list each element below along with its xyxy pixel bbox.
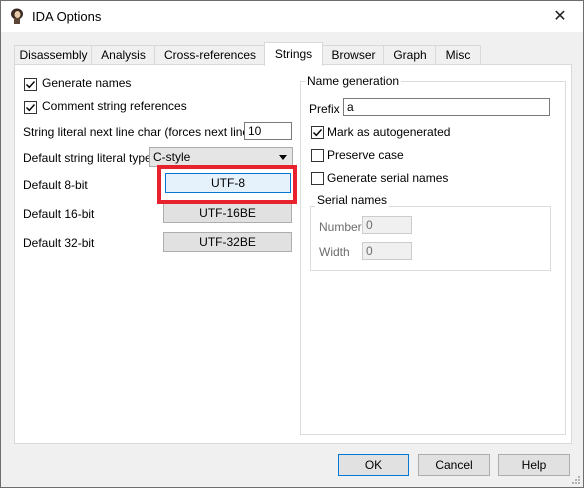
- ok-button[interactable]: OK: [338, 454, 409, 476]
- default-8bit-label: Default 8-bit: [23, 178, 88, 192]
- strings-tab-panel: Generate names Comment string references…: [14, 64, 572, 444]
- prefix-input[interactable]: a: [343, 98, 550, 116]
- tab-analysis[interactable]: Analysis: [91, 45, 156, 65]
- prefix-label: Prefix: [309, 102, 340, 116]
- checkmark-icon: [26, 81, 36, 89]
- mark-autogenerated-checkbox[interactable]: [311, 126, 324, 139]
- generate-names-label: Generate names: [42, 76, 132, 90]
- close-button[interactable]: ✕: [537, 1, 583, 32]
- next-line-char-input[interactable]: 10: [244, 122, 292, 140]
- tab-disassembly[interactable]: Disassembly: [14, 45, 93, 65]
- serial-names-title: Serial names: [315, 193, 390, 207]
- ida-app-icon: [11, 8, 23, 24]
- tab-cross-references[interactable]: Cross-references: [154, 45, 266, 65]
- close-icon: ✕: [553, 8, 567, 25]
- preserve-case-checkbox[interactable]: [311, 149, 324, 162]
- serial-names-group: [310, 206, 551, 271]
- width-label: Width: [319, 245, 350, 259]
- checkmark-icon: [26, 104, 36, 112]
- tab-graph[interactable]: Graph: [383, 45, 437, 65]
- width-input[interactable]: 0: [362, 242, 412, 260]
- next-line-char-label: String literal next line char (forces ne…: [23, 125, 254, 139]
- mark-autogenerated-label: Mark as autogenerated: [327, 125, 451, 139]
- default-string-type-select[interactable]: C-style: [149, 147, 293, 167]
- highlight-box: [157, 165, 297, 204]
- ida-options-dialog: IDA Options ✕ Disassembly Analysis Cross…: [0, 0, 584, 488]
- comment-string-references-label: Comment string references: [42, 99, 187, 113]
- number-input[interactable]: 0: [362, 216, 412, 234]
- name-generation-title: Name generation: [305, 74, 402, 88]
- utf16be-encoding-button[interactable]: UTF-16BE: [163, 203, 292, 223]
- tab-strings[interactable]: Strings: [264, 42, 323, 66]
- window-title: IDA Options: [32, 9, 102, 24]
- resize-grip-icon[interactable]: [571, 475, 581, 485]
- generate-serial-names-label: Generate serial names: [327, 171, 449, 185]
- tab-misc[interactable]: Misc: [435, 45, 481, 65]
- default-32bit-label: Default 32-bit: [23, 236, 95, 250]
- default-string-type-value: C-style: [153, 150, 191, 164]
- checkmark-icon: [313, 129, 323, 137]
- tab-browser[interactable]: Browser: [322, 45, 385, 65]
- generate-serial-names-checkbox[interactable]: [311, 172, 324, 185]
- utf32be-encoding-button[interactable]: UTF-32BE: [163, 232, 292, 252]
- comment-string-references-checkbox[interactable]: [24, 101, 37, 114]
- help-button[interactable]: Help: [498, 454, 570, 476]
- chevron-down-icon: [279, 155, 287, 160]
- title-bar: IDA Options ✕: [1, 1, 583, 32]
- default-16bit-label: Default 16-bit: [23, 207, 95, 221]
- number-label: Number: [319, 220, 362, 234]
- default-string-type-label: Default string literal type: [23, 151, 152, 165]
- generate-names-checkbox[interactable]: [24, 78, 37, 91]
- preserve-case-label: Preserve case: [327, 148, 404, 162]
- cancel-button[interactable]: Cancel: [418, 454, 490, 476]
